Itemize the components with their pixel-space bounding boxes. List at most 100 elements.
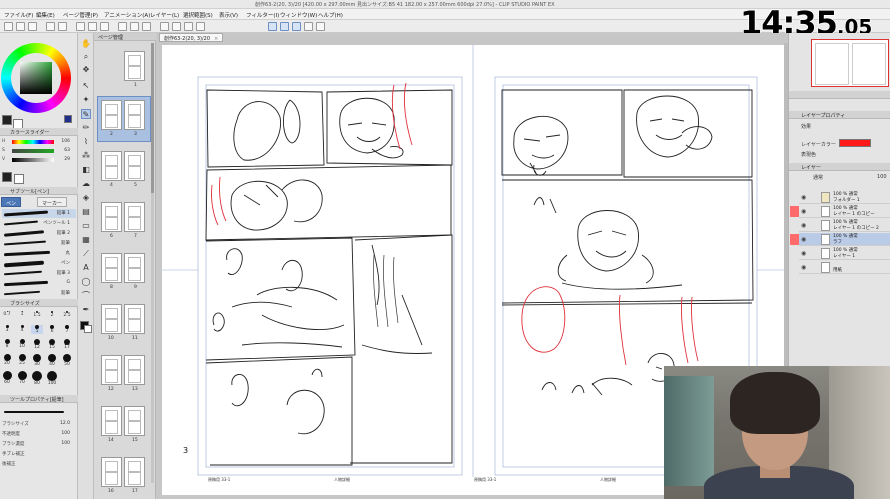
transparent-color-swatch[interactable] (64, 115, 72, 123)
eye-icon[interactable]: ◉ (801, 222, 806, 229)
brush-size-property[interactable]: ブラシサイズ 12.0 (2, 421, 76, 427)
menu-help[interactable]: ヘルプ(H) (318, 11, 343, 19)
transform-button[interactable] (100, 22, 109, 31)
close-icon[interactable]: × (214, 36, 218, 42)
save-button[interactable] (28, 22, 37, 31)
brush-item[interactable]: 丸 (2, 249, 76, 258)
correct-line-icon[interactable]: ⌒ (81, 291, 91, 301)
pencil-icon[interactable]: ✏ (81, 123, 91, 133)
blend-mode-select[interactable]: 通常 (813, 174, 823, 181)
page-thumbnail[interactable]: 10 11 (98, 301, 150, 345)
snap-toggle-2[interactable] (280, 22, 289, 31)
brush-density-property[interactable]: ブラシ濃度 100 (2, 441, 76, 447)
snap-toggle-5[interactable] (316, 22, 325, 31)
hand-icon[interactable]: ✋ (81, 39, 91, 49)
color-wheel[interactable] (1, 43, 71, 113)
layer-row[interactable]: ◉ 100 % 通常 フォルダー 1 (799, 191, 890, 204)
eye-icon[interactable]: ◉ (801, 208, 806, 215)
sub-color-chip[interactable] (14, 174, 24, 184)
eye-icon[interactable]: ◉ (801, 236, 806, 243)
snap-toggle-3[interactable] (292, 22, 301, 31)
menu-file[interactable]: ファイル(F) (4, 11, 33, 19)
invert-selection-button[interactable] (130, 22, 139, 31)
page-thumbnail[interactable]: 14 15 (98, 403, 150, 447)
page-list-scrollbar[interactable] (151, 43, 154, 483)
zoom-icon[interactable]: ⌕ (81, 52, 91, 62)
size-option[interactable]: 20 (1, 354, 13, 366)
new-button[interactable] (4, 22, 13, 31)
deselect-button[interactable] (118, 22, 127, 31)
open-button[interactable] (16, 22, 25, 31)
tool-sub-color[interactable] (84, 325, 92, 333)
snap-toggle-1[interactable] (268, 22, 277, 31)
menu-edit[interactable]: 編集(E) (36, 11, 55, 19)
brush-icon[interactable]: ⌇ (81, 137, 91, 147)
page-thumbnail[interactable]: 12 13 (98, 352, 150, 396)
brush-item[interactable]: ペンツール 1 (2, 219, 76, 228)
eye-icon[interactable]: ◉ (801, 250, 806, 257)
eyedropper-icon[interactable]: ✒ (81, 305, 91, 315)
operation-icon[interactable]: ↖ (81, 81, 91, 91)
brush-item[interactable]: ペン (2, 259, 76, 268)
size-option[interactable]: 50 (61, 354, 73, 367)
gradient-icon[interactable]: ▤ (81, 207, 91, 217)
menu-selection[interactable]: 選択範囲(S) (183, 11, 213, 19)
tab-marker[interactable]: マーカー (37, 197, 68, 207)
opacity-property[interactable]: 不透明度 100 (2, 431, 76, 437)
value-slider[interactable]: V 29 (2, 157, 76, 163)
document-tab[interactable]: 創作63-2(20, 3)/20 × (159, 33, 224, 42)
snap-special-button[interactable] (196, 22, 205, 31)
layer-row-selected[interactable]: ◉ 100 % 通常 ラフ (790, 233, 890, 246)
size-option[interactable]: 15 (46, 339, 58, 350)
size-option-selected[interactable]: 5 (31, 325, 43, 334)
undo-button[interactable] (46, 22, 55, 31)
layer-row[interactable]: ◉ 100 % 通常 レイヤー 1 のコピー 2 (799, 219, 890, 232)
tab-pen[interactable]: ペン (1, 197, 22, 207)
airbrush-icon[interactable]: ⁂ (81, 151, 91, 161)
snap-toggle-4[interactable] (304, 22, 313, 31)
layer-color-swatch[interactable] (839, 139, 871, 147)
clear-button[interactable] (76, 22, 85, 31)
size-option[interactable]: 17 (61, 339, 73, 350)
fill-button[interactable] (88, 22, 97, 31)
text-icon[interactable]: A (81, 263, 91, 273)
menu-filter[interactable]: フィルター(I) (246, 11, 279, 19)
page-thumbnail[interactable]: 4 5 (98, 148, 150, 192)
balloon-icon[interactable]: ◯ (81, 277, 91, 287)
pen-icon[interactable]: ✎ (81, 109, 91, 119)
layer-row[interactable]: ◉ 100 % 通常 レイヤー 1 のコピー (790, 205, 890, 218)
redo-button[interactable] (58, 22, 67, 31)
size-option[interactable]: 60 (1, 371, 13, 385)
saturation-value-square[interactable] (20, 62, 52, 94)
blend-icon[interactable]: ☁ (81, 179, 91, 189)
size-option[interactable]: 100 (46, 371, 58, 386)
navigator-preview[interactable] (811, 39, 889, 87)
saturation-slider[interactable]: S 63 (2, 148, 76, 154)
size-option[interactable]: 3 (1, 325, 13, 333)
move-layer-icon[interactable]: ✦ (81, 95, 91, 105)
brush-item[interactable]: 鉛筆 1 (2, 209, 76, 218)
size-option[interactable]: 2 (46, 311, 58, 318)
size-option[interactable]: 40 (46, 354, 58, 367)
post-correction-property[interactable]: 後補正 (2, 461, 76, 467)
size-option[interactable]: 12 (31, 339, 43, 350)
page-thumbnail[interactable]: 6 7 (98, 199, 150, 243)
size-option[interactable]: 30 (31, 354, 43, 367)
stabilization-property[interactable]: 手ブレ補正 (2, 451, 76, 457)
eye-icon[interactable]: ◉ (801, 194, 806, 201)
figure-icon[interactable]: ▭ (81, 221, 91, 231)
main-color-chip[interactable] (2, 172, 12, 182)
page-thumbnail[interactable]: 8 9 (98, 250, 150, 294)
size-option[interactable]: 2.5 (61, 311, 73, 318)
page-thumbnail-selected[interactable]: 2 3 (97, 96, 151, 142)
select-all-button[interactable] (142, 22, 151, 31)
layer-row[interactable]: ◉ 100 % 通常 レイヤー 1 (799, 247, 890, 260)
menu-page[interactable]: ページ管理(P) (63, 11, 98, 19)
eye-icon[interactable]: ◉ (801, 264, 806, 271)
size-option[interactable]: 6 (46, 325, 58, 334)
brush-item[interactable]: 鉛筆 2 (2, 229, 76, 238)
frame-icon[interactable]: ▦ (81, 235, 91, 245)
menu-window[interactable]: ウィンドウ(W) (280, 11, 317, 19)
eraser-icon[interactable]: ◧ (81, 165, 91, 175)
move-icon[interactable]: ✥ (81, 65, 91, 75)
